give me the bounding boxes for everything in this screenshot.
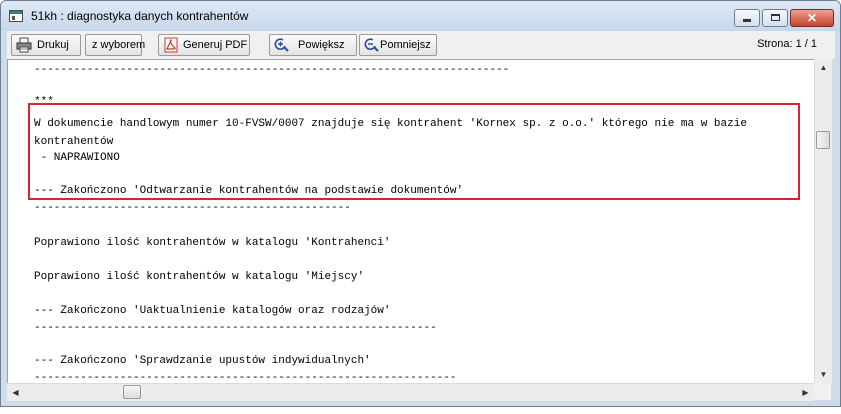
highlight-annotation-box	[28, 103, 800, 200]
minimize-icon	[743, 19, 751, 22]
pdf-icon	[164, 37, 178, 53]
scroll-left-icon[interactable]: ◀	[7, 384, 24, 401]
minimize-button[interactable]	[734, 9, 760, 27]
zoom-out-button[interactable]: Pomniejsz	[359, 34, 437, 56]
generate-pdf-label: Generuj PDF	[183, 39, 248, 51]
zoom-in-button[interactable]: Powiększ	[269, 34, 357, 56]
zoom-in-label: Powiększ	[298, 39, 345, 51]
report-window: 51kh : diagnostyka danych kontrahentów ✕…	[0, 0, 841, 407]
report-line: ----------------------------------------…	[34, 64, 510, 76]
window-app-icon	[9, 10, 23, 22]
report-line: ----------------------------------------…	[34, 322, 437, 334]
maximize-button[interactable]	[762, 9, 788, 27]
print-button[interactable]: Drukuj	[11, 34, 81, 56]
scroll-right-icon[interactable]: ▶	[797, 384, 814, 401]
report-line: ----------------------------------------…	[34, 202, 351, 214]
close-button[interactable]: ✕	[790, 9, 834, 27]
vertical-scroll-thumb[interactable]	[816, 131, 830, 149]
toolbar: Drukuj z wyborem Generuj PDF Powiększ Po…	[7, 31, 835, 59]
horizontal-scroll-thumb[interactable]	[123, 385, 141, 399]
underlying-window-fragment	[12, 406, 172, 412]
generate-pdf-button[interactable]: Generuj PDF	[158, 34, 250, 56]
report-line: --- Zakończono 'Uaktualnienie katalogów …	[34, 305, 391, 317]
print-label: Drukuj	[37, 39, 69, 51]
maximize-icon	[770, 14, 780, 21]
window-title: 51kh : diagnostyka danych kontrahentów	[31, 9, 249, 23]
horizontal-scrollbar[interactable]: ◀ ▶	[7, 383, 814, 401]
printer-icon	[16, 37, 32, 53]
scrollbar-corner	[814, 383, 831, 400]
report-line: Poprawiono ilość kontrahentów w katalogu…	[34, 271, 365, 283]
zoom-out-label: Pomniejsz	[380, 39, 431, 51]
report-line: Poprawiono ilość kontrahentów w katalogu…	[34, 237, 391, 249]
title-bar[interactable]: 51kh : diagnostyka danych kontrahentów ✕	[1, 1, 840, 31]
scroll-up-icon[interactable]: ▲	[815, 59, 832, 76]
zoom-in-icon	[274, 38, 289, 52]
print-selection-button[interactable]: z wyborem	[85, 34, 146, 56]
close-icon: ✕	[806, 11, 818, 25]
print-selection-label: z wyborem	[92, 39, 146, 51]
page-indicator: Strona: 1 / 1	[757, 38, 817, 50]
vertical-scrollbar[interactable]: ▲ ▼	[814, 59, 832, 383]
zoom-out-icon	[364, 38, 379, 52]
scroll-down-icon[interactable]: ▼	[815, 366, 832, 383]
report-line: --- Zakończono 'Sprawdzanie upustów indy…	[34, 355, 371, 367]
